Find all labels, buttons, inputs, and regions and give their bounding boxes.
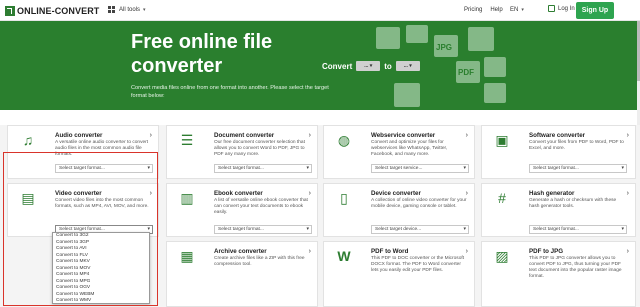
file-formats-illustration-icon: JPG PDF (376, 25, 506, 107)
svg-text:PDF: PDF (458, 68, 474, 77)
card-title: Ebook converter (214, 190, 263, 197)
audio-converter-card[interactable]: ♫ Audio converter › A versatile online a… (7, 125, 159, 179)
card-description: Create archive files like a ZIP with thi… (214, 256, 305, 267)
webservice-converter-card[interactable]: ◍ Webservice converter › Convert and opt… (323, 125, 475, 179)
archive-icon: ▦ (180, 248, 194, 264)
video-converter-card[interactable]: ▤ Video converter › Convert video files … (7, 183, 159, 237)
software-converter-card[interactable]: ▣ Software converter › Convert your file… (481, 125, 636, 179)
convert-label: Convert (322, 61, 353, 71)
card-title: Hash generator (529, 190, 575, 197)
chevron-right-icon[interactable]: › (466, 132, 468, 139)
hash-generator-card[interactable]: # Hash generator › Generate a hash or ch… (481, 183, 636, 237)
chevron-down-icon: ▾ (521, 7, 524, 13)
card-description: Convert video files into the most common… (55, 198, 149, 209)
document-icon: ☰ (180, 132, 194, 148)
target-format-select[interactable]: Select target format... (214, 164, 312, 173)
logo[interactable]: ONLINE-CONVERT (5, 4, 99, 17)
svg-text:JPG: JPG (436, 43, 452, 52)
card-title: PDF to JPG (529, 248, 564, 255)
pdf-to-jpg-card[interactable]: ▨ PDF to JPG › This PDF to JPG converter… (481, 241, 636, 307)
top-navigation: ONLINE-CONVERT All tools ▾ Pricing Help … (0, 0, 640, 21)
device-converter-card[interactable]: ▯ Device converter › A collection of onl… (323, 183, 475, 237)
card-description: A collection of online video converter f… (371, 198, 467, 209)
chevron-right-icon[interactable]: › (627, 190, 629, 197)
card-description: Generate a hash or checksum with these h… (529, 198, 617, 209)
pricing-link[interactable]: Pricing (464, 7, 482, 13)
chevron-right-icon[interactable]: › (466, 248, 468, 255)
books-icon: ▥ (180, 190, 194, 206)
target-format-select[interactable]: Select target format... (214, 225, 312, 234)
card-title: Document converter (214, 132, 275, 139)
card-title: PDF to Word (371, 248, 409, 255)
chevron-right-icon[interactable]: › (150, 132, 152, 139)
all-tools-label: All tools (119, 6, 141, 13)
card-title: Software converter (529, 132, 586, 139)
help-link[interactable]: Help (490, 7, 502, 13)
globe-icon: ◍ (337, 132, 351, 148)
login-link[interactable]: Log In (548, 5, 575, 12)
language-selector[interactable]: EN ▾ (510, 7, 524, 13)
chevron-right-icon[interactable]: › (309, 132, 311, 139)
software-icon: ▣ (495, 132, 509, 148)
pdf-to-word-card[interactable]: W PDF to Word › This PDF to DOC converte… (323, 241, 475, 307)
grid-icon (108, 6, 115, 13)
target-service-select[interactable]: Select target service... (371, 164, 469, 173)
logo-mark-icon (5, 5, 15, 16)
target-device-select[interactable]: Select target device... (371, 225, 469, 234)
hero-description: Convert media files online from one form… (131, 85, 329, 99)
chevron-right-icon[interactable]: › (150, 190, 152, 197)
card-description: A versatile online audio converter to co… (55, 140, 149, 157)
card-description: This PDF to JPG converter allows you to … (529, 256, 622, 279)
signup-button[interactable]: Sign Up (576, 2, 614, 19)
card-description: Convert your files from PDF to Word, PDF… (529, 140, 624, 151)
archive-converter-card[interactable]: ▦ Archive converter › Create archive fil… (166, 241, 318, 307)
page-title: Free online file converter (131, 31, 273, 77)
card-title: Video converter (55, 190, 102, 197)
logo-text: ONLINE-CONVERT (17, 5, 100, 16)
target-format-select[interactable]: Select target format... (529, 164, 627, 173)
card-title: Archive converter (214, 248, 267, 255)
target-format-select[interactable]: Select target format... (529, 225, 627, 234)
login-label: Log In (558, 5, 575, 12)
card-title: Audio converter (55, 132, 103, 139)
film-icon: ▤ (21, 190, 35, 206)
card-title: Device converter (371, 190, 421, 197)
card-description: A list of versatile online ebook convert… (214, 198, 308, 215)
image-icon: ▨ (495, 248, 509, 264)
login-icon (548, 5, 555, 12)
ebook-converter-card[interactable]: ▥ Ebook converter › A list of versatile … (166, 183, 318, 237)
card-description: This PDF to DOC converter or the Microso… (371, 256, 465, 273)
hero-banner: Free online file converter Convert media… (0, 21, 640, 110)
chevron-right-icon[interactable]: › (627, 248, 629, 255)
dropdown-option[interactable]: Convert to WMV (53, 298, 149, 305)
chevron-down-icon: ▾ (143, 6, 146, 13)
chevron-right-icon[interactable]: › (309, 190, 311, 197)
card-title: Webservice converter (371, 132, 436, 139)
target-format-select[interactable]: Select target format... (55, 164, 153, 173)
chevron-right-icon[interactable]: › (627, 132, 629, 139)
chevron-right-icon[interactable]: › (466, 190, 468, 197)
all-tools-menu[interactable]: All tools ▾ (108, 6, 146, 13)
video-format-dropdown[interactable]: Convert to 3G2 Convert to 3GP Convert to… (52, 232, 150, 304)
chevron-right-icon[interactable]: › (309, 248, 311, 255)
music-note-icon: ♫ (22, 132, 34, 148)
language-label: EN (510, 7, 519, 13)
card-description: Convert and optimize your files for webs… (371, 140, 448, 157)
hash-icon: # (498, 190, 506, 206)
document-converter-card[interactable]: ☰ Document converter › Our free document… (166, 125, 318, 179)
device-icon: ▯ (340, 190, 348, 206)
word-icon: W (337, 248, 351, 264)
card-description: Our free document converter selection th… (214, 140, 305, 157)
